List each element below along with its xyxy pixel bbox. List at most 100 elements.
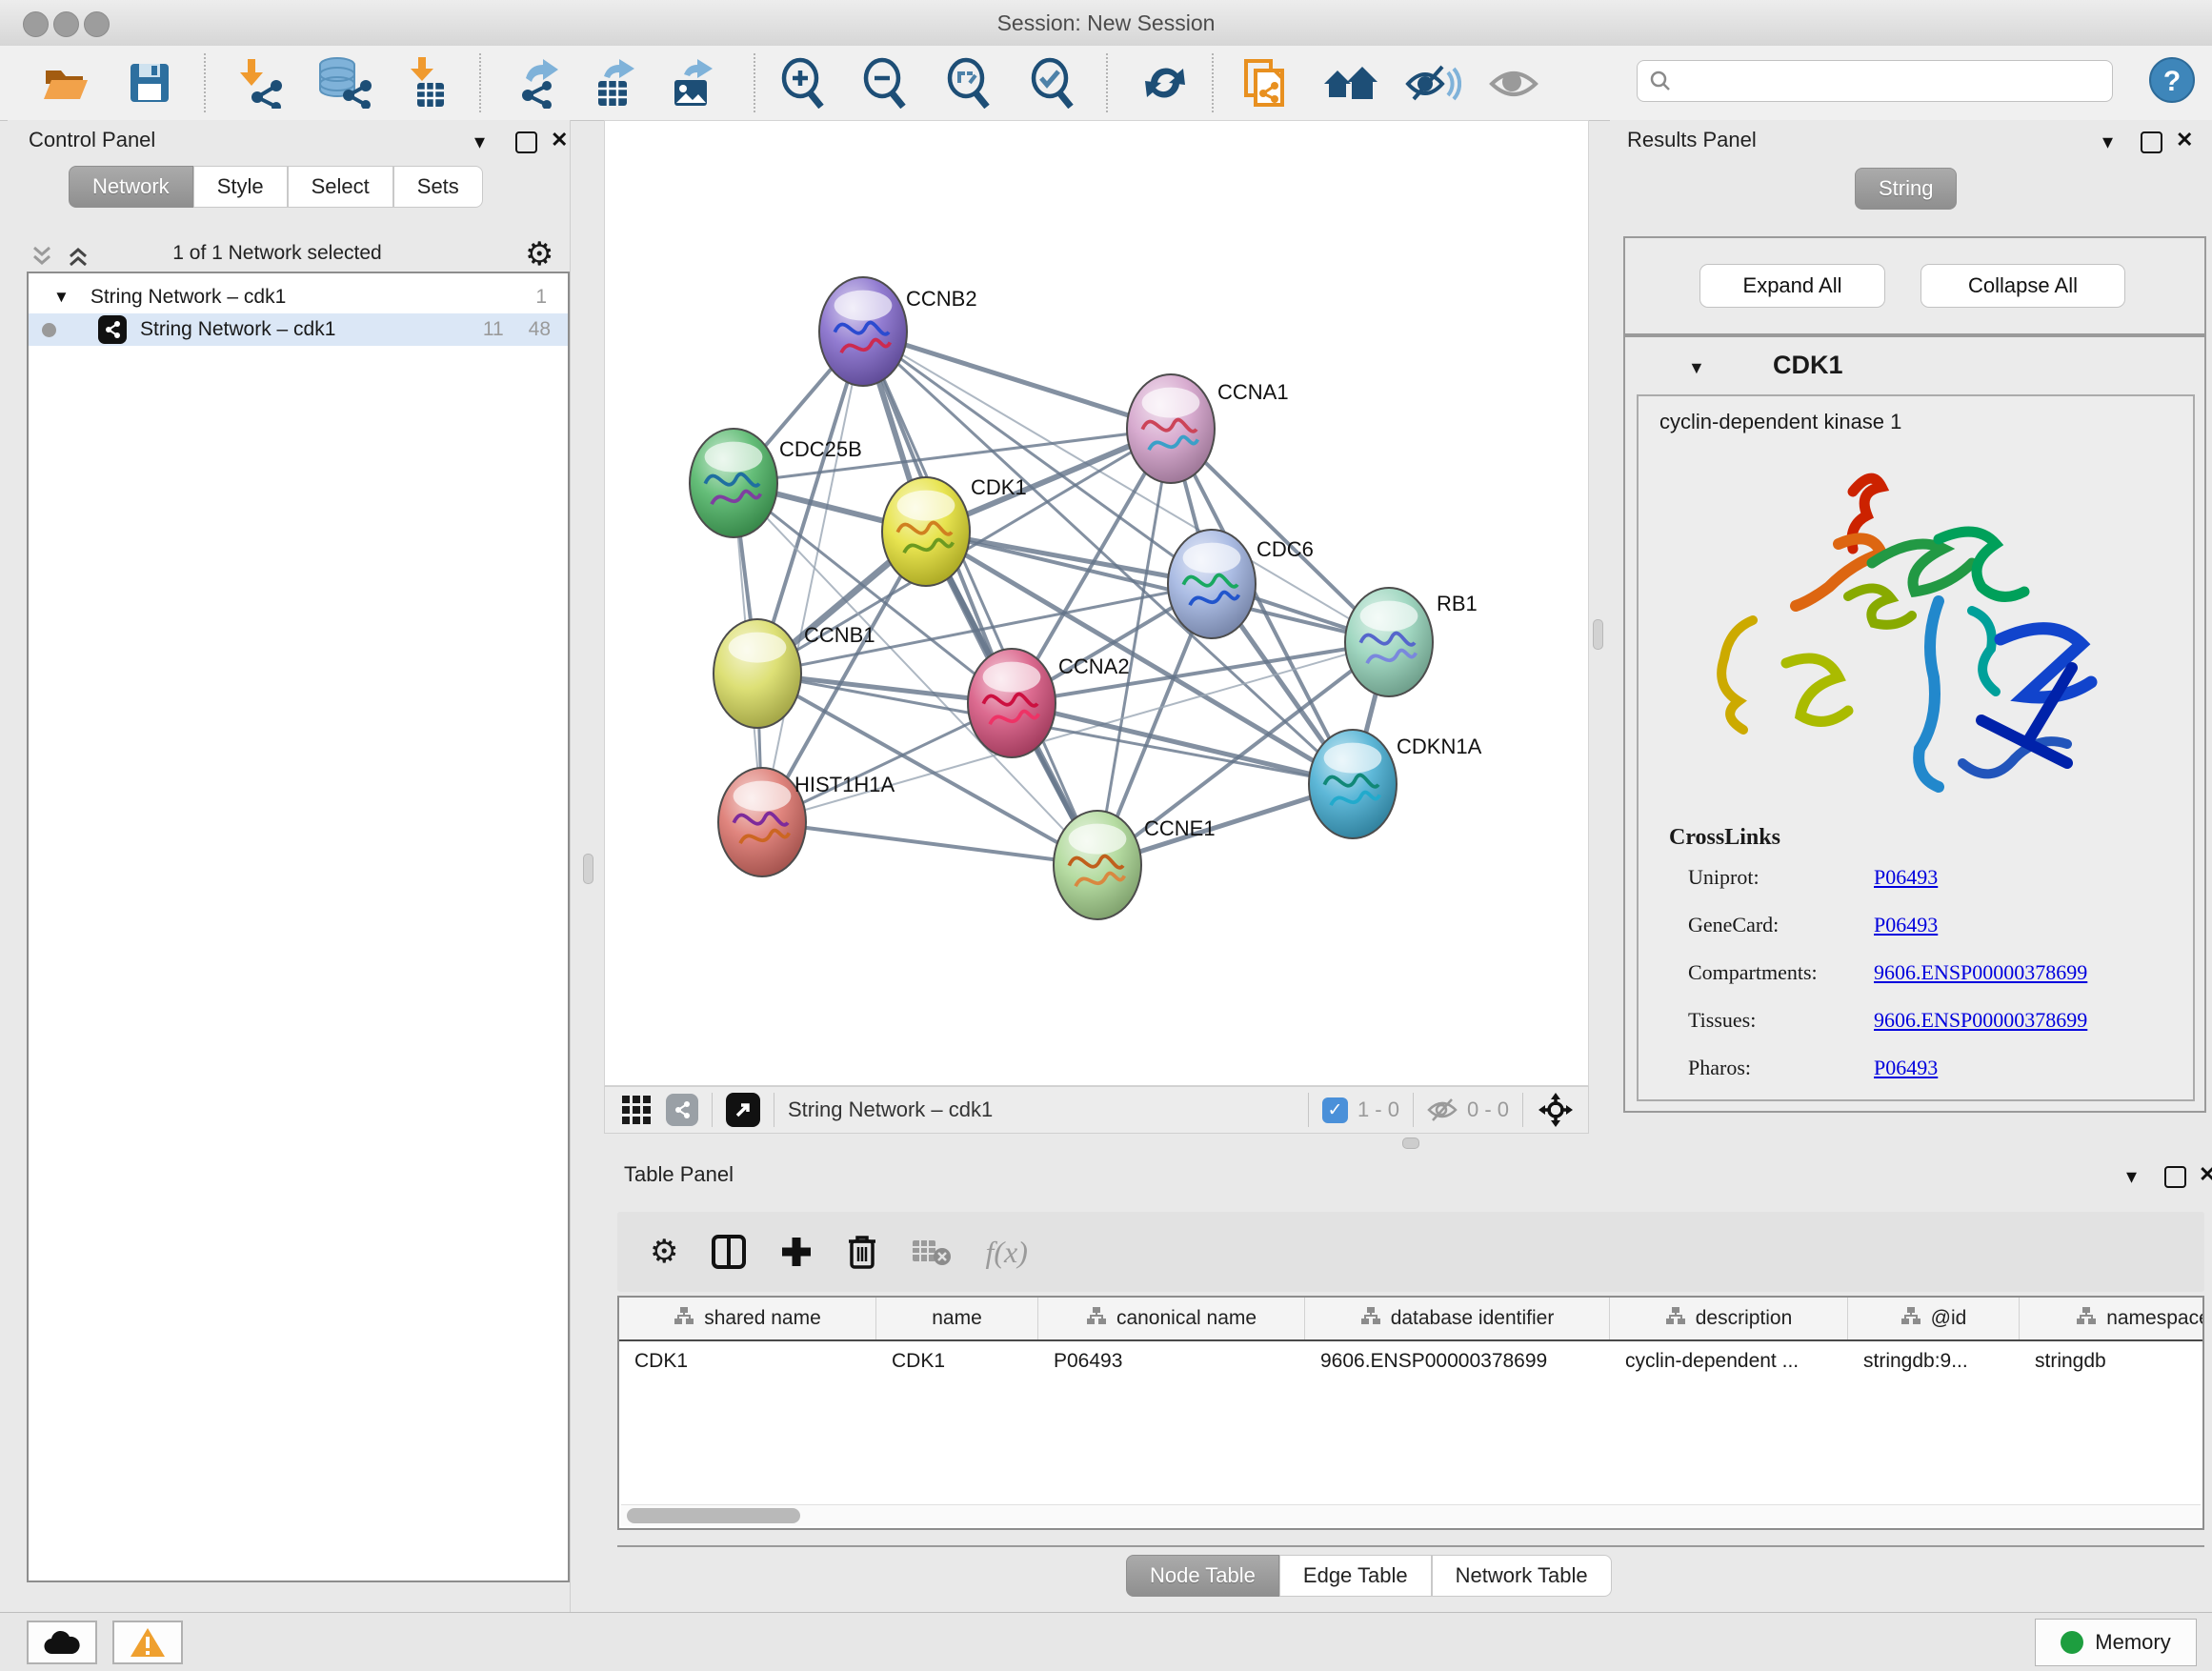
column-header-shared-name[interactable]: shared name bbox=[619, 1298, 876, 1339]
help-button[interactable]: ? bbox=[2149, 57, 2195, 103]
panel-float-button[interactable]: ▾ bbox=[474, 130, 485, 154]
crosslinks-heading: CrossLinks bbox=[1669, 825, 1780, 851]
network-type-icon[interactable] bbox=[666, 1094, 698, 1126]
node-CCNA1[interactable] bbox=[1127, 374, 1215, 483]
edge-CCNB2-CCNE1[interactable] bbox=[863, 332, 1097, 865]
hidden-eye-slash-icon[interactable] bbox=[1427, 1097, 1458, 1122]
zoom-in-icon[interactable] bbox=[777, 57, 829, 109]
panel-maximize-button[interactable] bbox=[2164, 1166, 2186, 1188]
node-CCNB1[interactable] bbox=[714, 619, 801, 728]
table-row[interactable]: CDK1CDK1P064939606.ENSP00000378699cyclin… bbox=[619, 1341, 2202, 1381]
zoom-out-icon[interactable] bbox=[859, 57, 911, 109]
show-eye-icon[interactable] bbox=[1488, 57, 1539, 109]
horizontal-scrollbar[interactable] bbox=[621, 1504, 2201, 1526]
delete-column-trash-icon[interactable] bbox=[846, 1234, 878, 1270]
column-header-namespace[interactable]: namespace bbox=[2020, 1298, 2204, 1339]
node-HIST1H1A[interactable] bbox=[718, 768, 806, 876]
panel-maximize-button[interactable] bbox=[2141, 131, 2162, 153]
birds-eye-view-icon[interactable] bbox=[620, 1094, 653, 1126]
tab-select[interactable]: Select bbox=[288, 166, 393, 208]
import-database-icon[interactable] bbox=[312, 57, 373, 109]
panel-float-button[interactable]: ▾ bbox=[2126, 1164, 2137, 1189]
network-row-selected[interactable]: String Network – cdk1 11 48 bbox=[29, 313, 568, 346]
table-options-gear-icon[interactable]: ⚙ bbox=[650, 1236, 678, 1268]
crosslink-value-link[interactable]: 9606.ENSP00000378699 bbox=[1874, 960, 2087, 984]
column-header-database-identifier[interactable]: database identifier bbox=[1305, 1298, 1610, 1339]
tab-network-table[interactable]: Network Table bbox=[1432, 1555, 1612, 1597]
network-collection-row[interactable]: ▼ String Network – cdk1 1 bbox=[29, 281, 568, 313]
show-column-panel-icon[interactable] bbox=[711, 1234, 747, 1270]
crosslink-value-link[interactable]: 9606.ENSP00000378699 bbox=[1874, 1008, 2087, 1032]
node-CCNE1[interactable] bbox=[1054, 811, 1141, 919]
column-header-description[interactable]: description bbox=[1610, 1298, 1848, 1339]
network-options-gear-icon[interactable]: ⚙ bbox=[525, 238, 553, 271]
selected-checkbox-icon[interactable]: ✓ bbox=[1322, 1097, 1348, 1123]
expand-all-button[interactable]: Expand All bbox=[1699, 264, 1885, 308]
tab-string[interactable]: String bbox=[1855, 168, 1957, 210]
column-header-canonical-name[interactable]: canonical name bbox=[1038, 1298, 1305, 1339]
zoom-selected-icon[interactable] bbox=[1027, 57, 1078, 109]
export-image-icon[interactable] bbox=[667, 57, 718, 109]
refresh-view-icon[interactable] bbox=[1139, 57, 1191, 109]
table-cell[interactable]: P06493 bbox=[1038, 1350, 1305, 1373]
memory-button[interactable]: Memory bbox=[2035, 1619, 2197, 1666]
zoom-fit-icon[interactable] bbox=[943, 57, 995, 109]
panel-close-button[interactable]: ✕ bbox=[551, 128, 568, 152]
table-cell[interactable]: CDK1 bbox=[876, 1350, 1038, 1373]
copy-document-icon[interactable] bbox=[1240, 57, 1292, 109]
tab-edge-table[interactable]: Edge Table bbox=[1279, 1555, 1432, 1597]
node-CDK1[interactable] bbox=[882, 477, 970, 586]
collapse-all-button[interactable]: Collapse All bbox=[1920, 264, 2125, 308]
table-cell[interactable]: 9606.ENSP00000378699 bbox=[1305, 1350, 1610, 1373]
node-CDC25B[interactable] bbox=[690, 429, 777, 537]
node-CDC6[interactable] bbox=[1168, 530, 1256, 638]
network-canvas[interactable]: CCNB2CCNA1CDC25BCDK1CDC6RB1CCNB1CCNA2CDK… bbox=[604, 120, 1589, 1086]
edge-HIST1H1A-CCNE1[interactable] bbox=[762, 822, 1097, 865]
open-session-icon[interactable] bbox=[40, 57, 91, 109]
node-CCNB2[interactable] bbox=[819, 277, 907, 386]
edge-CCNB2-CCNA1[interactable] bbox=[863, 332, 1171, 429]
warning-status-button[interactable] bbox=[112, 1621, 183, 1664]
section-collapse-arrow-icon[interactable]: ▼ bbox=[1688, 358, 1705, 378]
column-header-name[interactable]: name bbox=[876, 1298, 1038, 1339]
panel-close-button[interactable]: ✕ bbox=[2176, 128, 2193, 152]
column-header--id[interactable]: @id bbox=[1848, 1298, 2020, 1339]
edge-CCNB2-HIST1H1A[interactable] bbox=[762, 332, 863, 822]
tab-sets[interactable]: Sets bbox=[393, 166, 483, 208]
left-splitter-handle[interactable] bbox=[583, 854, 593, 884]
right-splitter-handle[interactable] bbox=[1593, 619, 1603, 650]
hide-eye-icon[interactable] bbox=[1404, 57, 1461, 109]
import-table-icon[interactable] bbox=[404, 57, 455, 109]
export-table-icon[interactable] bbox=[589, 57, 640, 109]
search-box[interactable] bbox=[1637, 60, 2113, 102]
bottom-splitter-handle[interactable] bbox=[1402, 1137, 1419, 1149]
table-cell[interactable]: stringdb:9... bbox=[1848, 1350, 2020, 1373]
crosslink-value-link[interactable]: P06493 bbox=[1874, 913, 1938, 936]
open-in-window-icon[interactable] bbox=[726, 1093, 760, 1127]
tab-network[interactable]: Network bbox=[69, 166, 193, 208]
node-RB1[interactable] bbox=[1345, 588, 1433, 696]
table-cell[interactable]: stringdb bbox=[2020, 1350, 2204, 1373]
panel-close-button[interactable]: ✕ bbox=[2199, 1162, 2212, 1187]
tab-style[interactable]: Style bbox=[193, 166, 288, 208]
import-network-icon[interactable] bbox=[236, 57, 288, 109]
cloud-status-button[interactable] bbox=[27, 1621, 97, 1664]
tab-node-table[interactable]: Node Table bbox=[1126, 1555, 1279, 1597]
home-networks-icon[interactable] bbox=[1320, 57, 1379, 109]
panel-float-button[interactable]: ▾ bbox=[2102, 130, 2113, 154]
export-network-icon[interactable] bbox=[513, 57, 564, 109]
crosslink-value-link[interactable]: P06493 bbox=[1874, 865, 1938, 889]
node-CDKN1A[interactable] bbox=[1309, 730, 1397, 838]
pan-crosshair-icon[interactable] bbox=[1537, 1091, 1575, 1129]
table-cell[interactable]: cyclin-dependent ... bbox=[1610, 1350, 1848, 1373]
crosslink-value-link[interactable]: P06493 bbox=[1874, 1056, 1938, 1079]
scrollbar-thumb[interactable] bbox=[627, 1508, 800, 1523]
string-network-graph[interactable]: CCNB2CCNA1CDC25BCDK1CDC6RB1CCNB1CCNA2CDK… bbox=[605, 121, 1588, 1085]
table-cell[interactable]: CDK1 bbox=[619, 1350, 876, 1373]
save-session-icon[interactable] bbox=[124, 57, 175, 109]
tree-expand-arrow-icon[interactable]: ▼ bbox=[53, 288, 70, 307]
node-CCNA2[interactable] bbox=[968, 649, 1056, 757]
search-input[interactable] bbox=[1672, 70, 2085, 93]
panel-maximize-button[interactable] bbox=[515, 131, 537, 153]
create-column-plus-icon[interactable] bbox=[779, 1235, 814, 1269]
